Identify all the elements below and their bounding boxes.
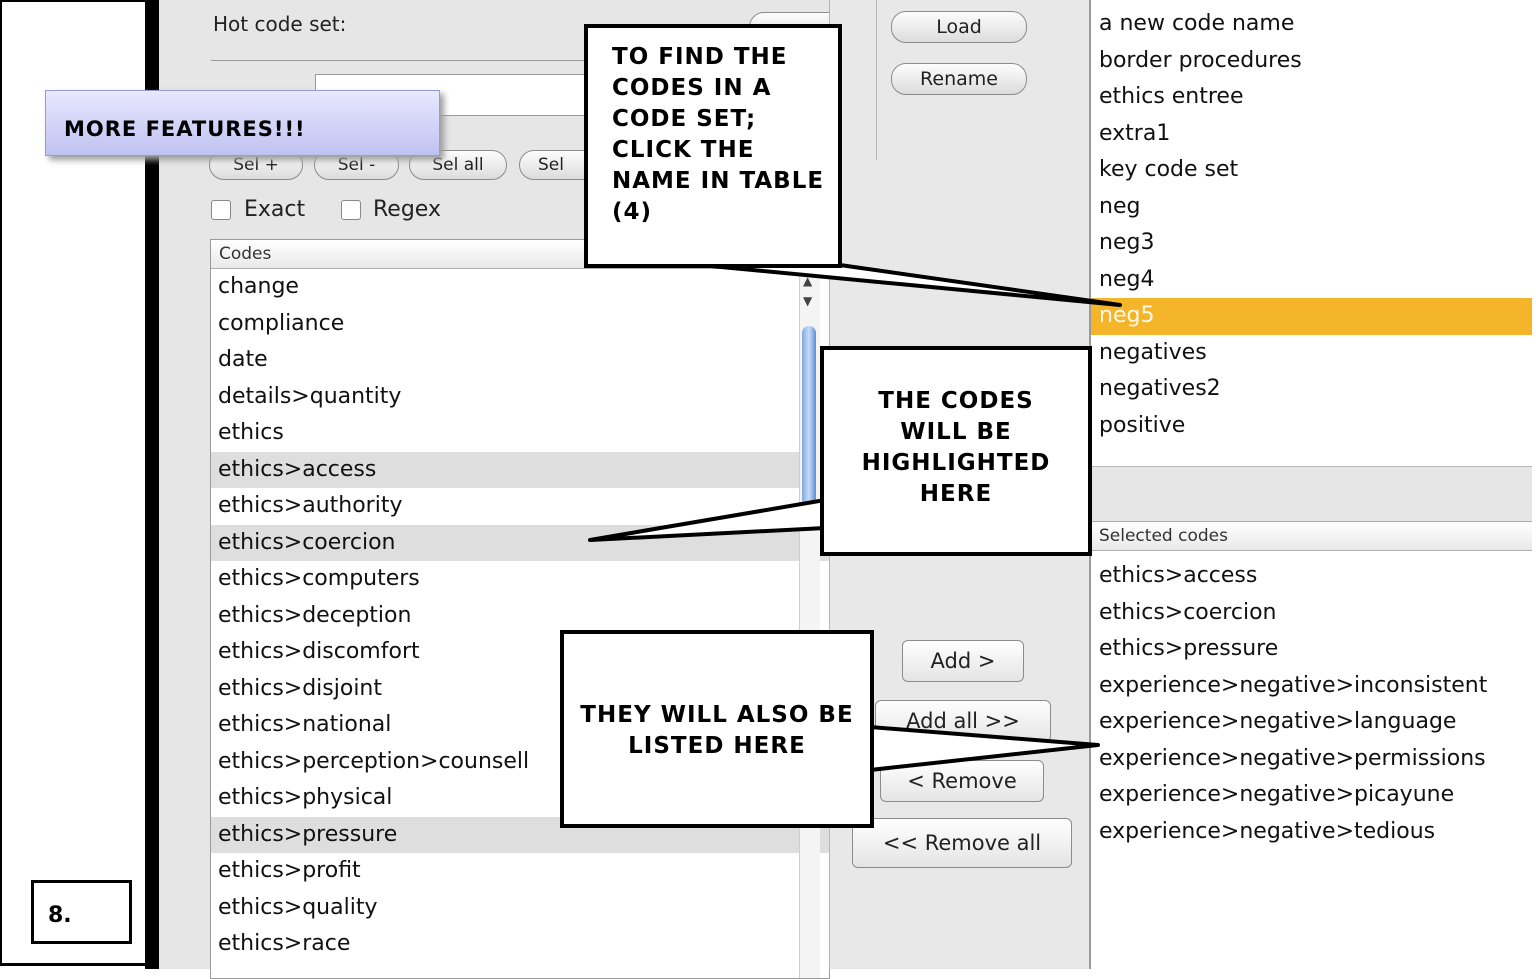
highlighted-callout: THE CODES WILL BE HIGHLIGHTED HERE: [820, 346, 1092, 556]
listed-callout: THEY WILL ALSO BE LISTED HERE: [560, 630, 874, 828]
more-features-banner: MORE FEATURES!!!: [45, 90, 440, 156]
highlighted-tail: [588, 498, 827, 542]
find-codes-callout: TO FIND THE CODES IN A CODE SET; CLICK T…: [584, 24, 842, 268]
listed-tail: [868, 725, 1100, 772]
step-number-label: 8.: [31, 880, 132, 944]
find-codes-tail: [698, 263, 1122, 307]
